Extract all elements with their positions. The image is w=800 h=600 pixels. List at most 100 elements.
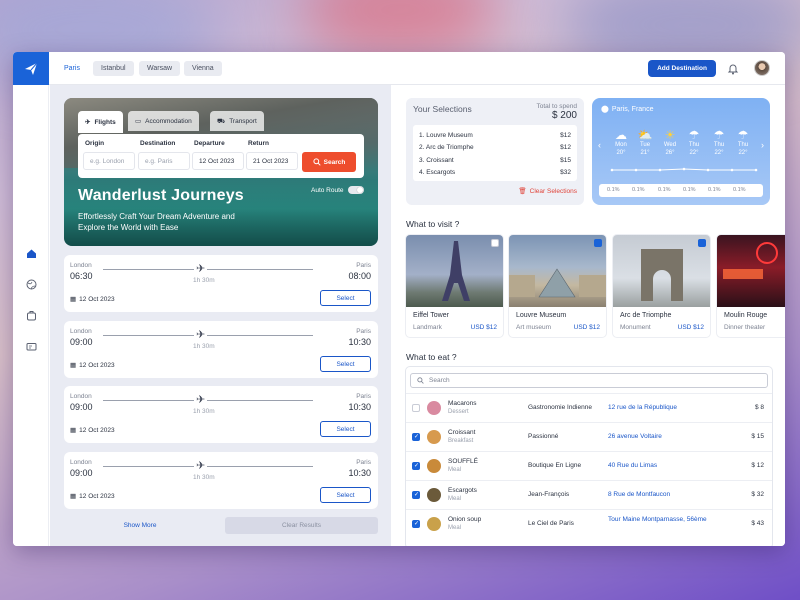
tab-vienna[interactable]: Vienna bbox=[184, 61, 222, 76]
bell-icon[interactable] bbox=[727, 62, 739, 77]
departure-input[interactable]: 12 Oct 2023 bbox=[192, 152, 244, 170]
tab-istanbul[interactable]: Istanbul bbox=[93, 61, 134, 76]
tab-warsaw[interactable]: Warsaw bbox=[139, 61, 181, 76]
flight-date: ▦ 12 Oct 2023 bbox=[70, 426, 115, 435]
food-search-input[interactable]: Search bbox=[410, 373, 768, 388]
chevron-right-icon[interactable]: › bbox=[761, 140, 764, 150]
clear-selections-button[interactable]: 🗑 Clear Selections bbox=[518, 187, 577, 196]
food-image bbox=[427, 401, 441, 415]
plane-icon: ✈ bbox=[194, 262, 208, 275]
table-row[interactable]: Escargots Meal Jean-François 8 Rue de Mo… bbox=[406, 480, 772, 509]
food-checkbox[interactable] bbox=[412, 404, 420, 412]
tab-paris[interactable]: Paris bbox=[56, 61, 88, 76]
food-checkbox[interactable] bbox=[412, 433, 420, 441]
selections-title: Your Selections bbox=[413, 104, 472, 114]
eat-title: What to eat ? bbox=[406, 352, 457, 362]
search-icon bbox=[313, 158, 321, 166]
rain-icon: ☂ bbox=[737, 128, 749, 142]
calendar-icon: ▦ bbox=[70, 362, 77, 369]
app-window: Paris Istanbul Warsaw Vienna Add Destina… bbox=[13, 52, 785, 546]
address-link[interactable]: Tour Maine Montparnasse, 56ème bbox=[608, 516, 708, 524]
plane-icon: ✈ bbox=[194, 393, 208, 406]
avatar[interactable] bbox=[754, 60, 770, 76]
destination-input[interactable]: e.g. Paris bbox=[138, 152, 190, 170]
return-label: Return bbox=[248, 140, 269, 147]
forecast-day: ⛅ Tue 21° bbox=[634, 129, 656, 157]
place-image bbox=[717, 235, 785, 307]
table-row[interactable]: Onion soup Meal Le Ciel de Paris Tour Ma… bbox=[406, 509, 772, 538]
origin-input[interactable]: e.g. London bbox=[83, 152, 135, 170]
forecast-day: ☂ Thu 22° bbox=[708, 129, 730, 157]
temperature-line bbox=[610, 167, 758, 172]
plane-icon: ✈ bbox=[85, 119, 91, 126]
flight-card: London 09:00 ✈ 1h 30m Paris 10:30 ▦ 12 Oc… bbox=[64, 386, 378, 443]
calendar-icon: ▦ bbox=[70, 493, 77, 500]
food-checkbox[interactable] bbox=[412, 491, 420, 499]
table-row[interactable]: Macarons Dessert Gastronomie Indienne 12… bbox=[406, 393, 772, 422]
address-link[interactable]: 26 avenue Voltaire bbox=[608, 433, 708, 441]
destination-label: Destination bbox=[140, 140, 176, 147]
ticket-icon[interactable] bbox=[24, 339, 38, 353]
food-image bbox=[427, 430, 441, 444]
show-more-button[interactable]: Show More bbox=[64, 517, 216, 534]
place-card-louvre[interactable]: Louvre Museum Art museum USD $12 bbox=[509, 235, 606, 337]
food-checkbox[interactable] bbox=[412, 462, 420, 470]
forecast-day: ☀ Wed 26° bbox=[659, 129, 681, 157]
suitcase-icon[interactable] bbox=[24, 308, 38, 322]
place-card-eiffel[interactable]: Eiffel Tower Landmark USD $12 bbox=[406, 235, 503, 337]
auto-route-toggle[interactable]: Auto Route bbox=[311, 186, 364, 194]
flight-duration: 1h 30m bbox=[193, 343, 215, 350]
place-card-arc[interactable]: Arc de Triomphe Monument USD $12 bbox=[613, 235, 710, 337]
address-link[interactable]: 8 Rue de Montfaucon bbox=[608, 491, 708, 499]
search-button[interactable]: Search bbox=[302, 152, 356, 172]
selections-card: Your Selections Total to spend $ 200 1. … bbox=[406, 98, 584, 205]
return-input[interactable]: 21 Oct 2023 bbox=[246, 152, 298, 170]
tab-transport[interactable]: ⛟ Transport bbox=[210, 111, 264, 131]
weather-card: ⬤ Paris, France ‹ › ☁ Mon 20° ⛅ Tue 21° ☀ Wed 2… bbox=[592, 98, 770, 205]
list-item: 4. Escargots $32 bbox=[419, 169, 571, 177]
place-image bbox=[613, 235, 710, 307]
select-flight-button[interactable]: Select bbox=[320, 487, 371, 503]
place-type: Art museum bbox=[516, 324, 552, 331]
flight-card: London 06:30 ✈ 1h 30m Paris 08:00 ▦ 12 Oc… bbox=[64, 255, 378, 312]
destination-city: Paris bbox=[356, 393, 371, 400]
clear-results-button[interactable]: Clear Results bbox=[225, 517, 378, 534]
select-flight-button[interactable]: Select bbox=[320, 356, 371, 372]
search-card: Origin e.g. London Destination e.g. Pari… bbox=[78, 134, 364, 178]
forecast-day: ☂ Thu 22° bbox=[732, 129, 754, 157]
add-destination-button[interactable]: Add Destination bbox=[648, 60, 716, 77]
table-row[interactable]: SOUFFLÉ Meal Boutique En Ligne 40 Rue du… bbox=[406, 451, 772, 480]
departure-time: 06:30 bbox=[70, 271, 93, 281]
place-type: Dinner theater bbox=[724, 324, 766, 331]
hero-banner: ✈ Flights ▭ Accommodation ⛟ Transport Origi… bbox=[64, 98, 378, 246]
address-link[interactable]: 12 rue de la République bbox=[608, 404, 708, 412]
rain-icon: ☂ bbox=[713, 128, 725, 142]
tab-accommodation[interactable]: ▭ Accommodation bbox=[128, 111, 199, 131]
globe-icon[interactable] bbox=[24, 277, 38, 291]
logo[interactable] bbox=[13, 52, 49, 85]
food-checkbox[interactable] bbox=[412, 520, 420, 528]
forecast-day: ☂ Thu 22° bbox=[683, 129, 705, 157]
place-card-moulin-rouge[interactable]: Moulin Rouge Dinner theater bbox=[717, 235, 785, 337]
flight-date: ▦ 12 Oct 2023 bbox=[70, 295, 115, 304]
place-checkbox[interactable] bbox=[594, 239, 602, 247]
departure-time: 09:00 bbox=[70, 337, 93, 347]
toggle-switch[interactable] bbox=[347, 186, 364, 194]
precipitation-bar: 0.1% 0.1% 0.1% 0.1% 0.1% 0.1% bbox=[599, 184, 763, 197]
table-row[interactable]: Croissant Breakfast Passionné 26 avenue … bbox=[406, 422, 772, 451]
place-checkbox[interactable] bbox=[491, 239, 499, 247]
sidebar bbox=[13, 85, 49, 546]
chevron-left-icon[interactable]: ‹ bbox=[598, 140, 601, 150]
visit-title: What to visit ? bbox=[406, 219, 460, 229]
select-flight-button[interactable]: Select bbox=[320, 421, 371, 437]
flight-date: ▦ 12 Oct 2023 bbox=[70, 492, 115, 501]
select-flight-button[interactable]: Select bbox=[320, 290, 371, 306]
place-checkbox[interactable] bbox=[698, 239, 706, 247]
destination-city: Paris bbox=[356, 328, 371, 335]
route-line bbox=[103, 269, 313, 270]
top-bar: Paris Istanbul Warsaw Vienna Add Destina… bbox=[13, 52, 785, 85]
tab-flights[interactable]: ✈ Flights bbox=[78, 111, 123, 133]
trash-icon: 🗑 bbox=[518, 188, 527, 195]
address-link[interactable]: 40 Rue du Limas bbox=[608, 462, 708, 470]
home-icon[interactable] bbox=[24, 246, 38, 260]
